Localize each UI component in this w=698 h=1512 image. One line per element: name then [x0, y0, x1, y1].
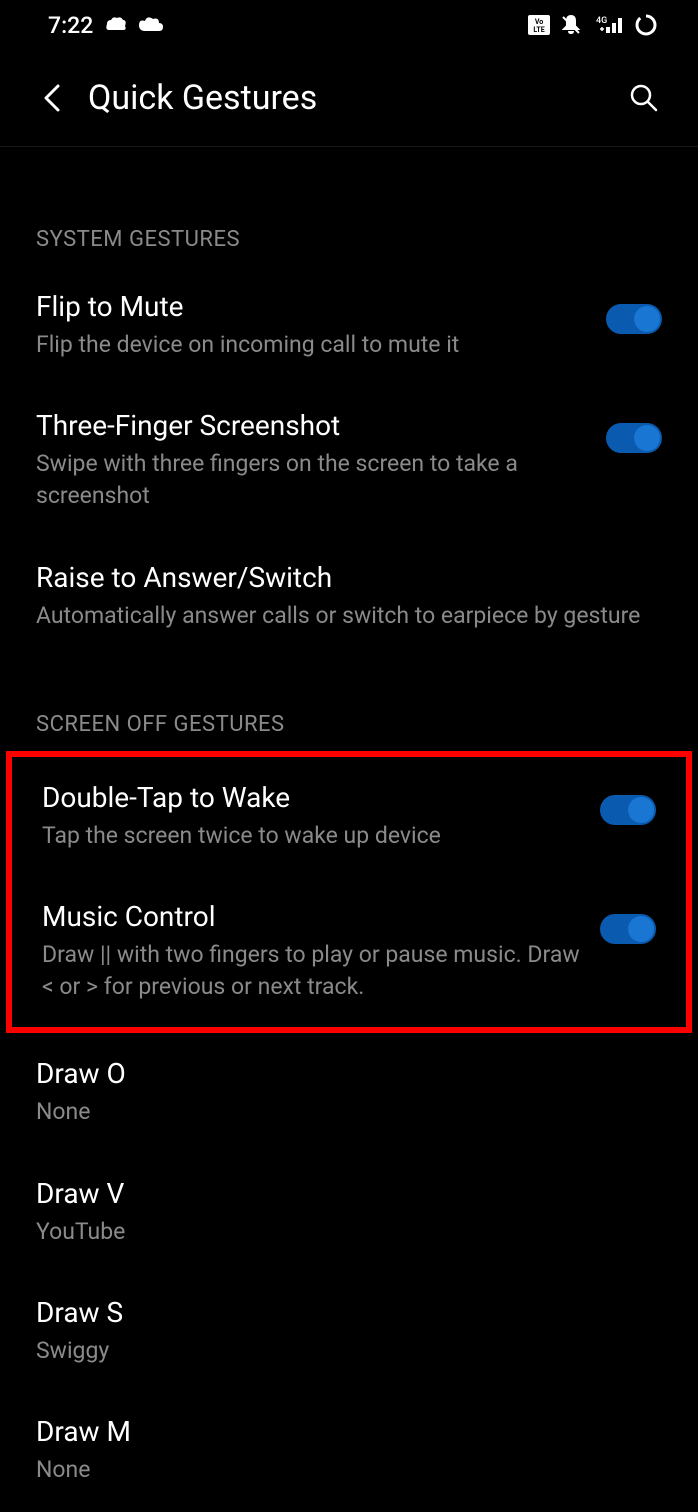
- status-time: 7:22: [48, 12, 93, 39]
- notification-mute-icon: [560, 14, 582, 36]
- toggle-three-finger[interactable]: [606, 423, 662, 453]
- setting-draw-o[interactable]: Draw O None: [0, 1033, 698, 1152]
- setting-double-tap-wake[interactable]: Double-Tap to Wake Tap the screen twice …: [12, 757, 686, 876]
- setting-desc: Swipe with three fingers on the screen t…: [36, 448, 586, 512]
- setting-desc: Flip the device on incoming call to mute…: [36, 329, 586, 361]
- setting-desc: Automatically answer calls or switch to …: [36, 600, 642, 632]
- setting-draw-s[interactable]: Draw S Swiggy: [0, 1272, 698, 1391]
- header: Quick Gestures: [0, 50, 698, 147]
- svg-text:Vo: Vo: [535, 18, 543, 26]
- setting-title: Music Control: [42, 900, 580, 933]
- page-title: Quick Gestures: [88, 78, 626, 118]
- setting-desc: Draw || with two fingers to play or paus…: [42, 939, 580, 1003]
- cloud-icon: [139, 17, 163, 33]
- toggle-double-tap[interactable]: [600, 795, 656, 825]
- weather-icon: [105, 16, 127, 34]
- setting-three-finger-screenshot[interactable]: Three-Finger Screenshot Swipe with three…: [0, 385, 698, 536]
- setting-flip-to-mute[interactable]: Flip to Mute Flip the device on incoming…: [0, 266, 698, 385]
- toggle-music-control[interactable]: [600, 914, 656, 944]
- svg-text:4G: 4G: [596, 16, 607, 26]
- volte-icon: VoLTE: [528, 15, 550, 35]
- setting-desc: None: [36, 1096, 642, 1128]
- setting-desc: Swiggy: [36, 1335, 642, 1367]
- setting-desc: Tap the screen twice to wake up device: [42, 820, 580, 852]
- setting-draw-v[interactable]: Draw V YouTube: [0, 1153, 698, 1272]
- search-button[interactable]: [626, 80, 662, 116]
- setting-music-control[interactable]: Music Control Draw || with two fingers t…: [12, 876, 686, 1027]
- chevron-left-icon: [44, 84, 60, 112]
- toggle-flip-to-mute[interactable]: [606, 304, 662, 334]
- back-button[interactable]: [36, 82, 68, 114]
- settings-list: SYSTEM GESTURES Flip to Mute Flip the de…: [0, 147, 698, 1510]
- setting-title: Draw V: [36, 1177, 642, 1210]
- setting-title: Draw M: [36, 1415, 642, 1448]
- signal-icon: 4G: [592, 15, 624, 35]
- setting-title: Three-Finger Screenshot: [36, 409, 586, 442]
- search-icon: [629, 83, 659, 113]
- setting-desc: YouTube: [36, 1216, 642, 1248]
- setting-draw-m[interactable]: Draw M None: [0, 1391, 698, 1510]
- status-bar: 7:22 VoLTE 4G: [0, 0, 698, 50]
- status-right: VoLTE 4G: [528, 13, 658, 37]
- svg-text:LTE: LTE: [533, 26, 544, 34]
- setting-title: Raise to Answer/Switch: [36, 561, 642, 594]
- highlight-annotation: Double-Tap to Wake Tap the screen twice …: [6, 751, 692, 1034]
- setting-title: Flip to Mute: [36, 290, 586, 323]
- section-header-screen-off: SCREEN OFF GESTURES: [0, 656, 698, 751]
- setting-title: Draw S: [36, 1296, 642, 1329]
- setting-title: Draw O: [36, 1057, 642, 1090]
- setting-desc: None: [36, 1454, 642, 1486]
- section-header-system: SYSTEM GESTURES: [0, 147, 698, 266]
- battery-icon: [634, 13, 658, 37]
- setting-raise-to-answer[interactable]: Raise to Answer/Switch Automatically ans…: [0, 537, 698, 656]
- status-left: 7:22: [48, 12, 163, 39]
- setting-title: Double-Tap to Wake: [42, 781, 580, 814]
